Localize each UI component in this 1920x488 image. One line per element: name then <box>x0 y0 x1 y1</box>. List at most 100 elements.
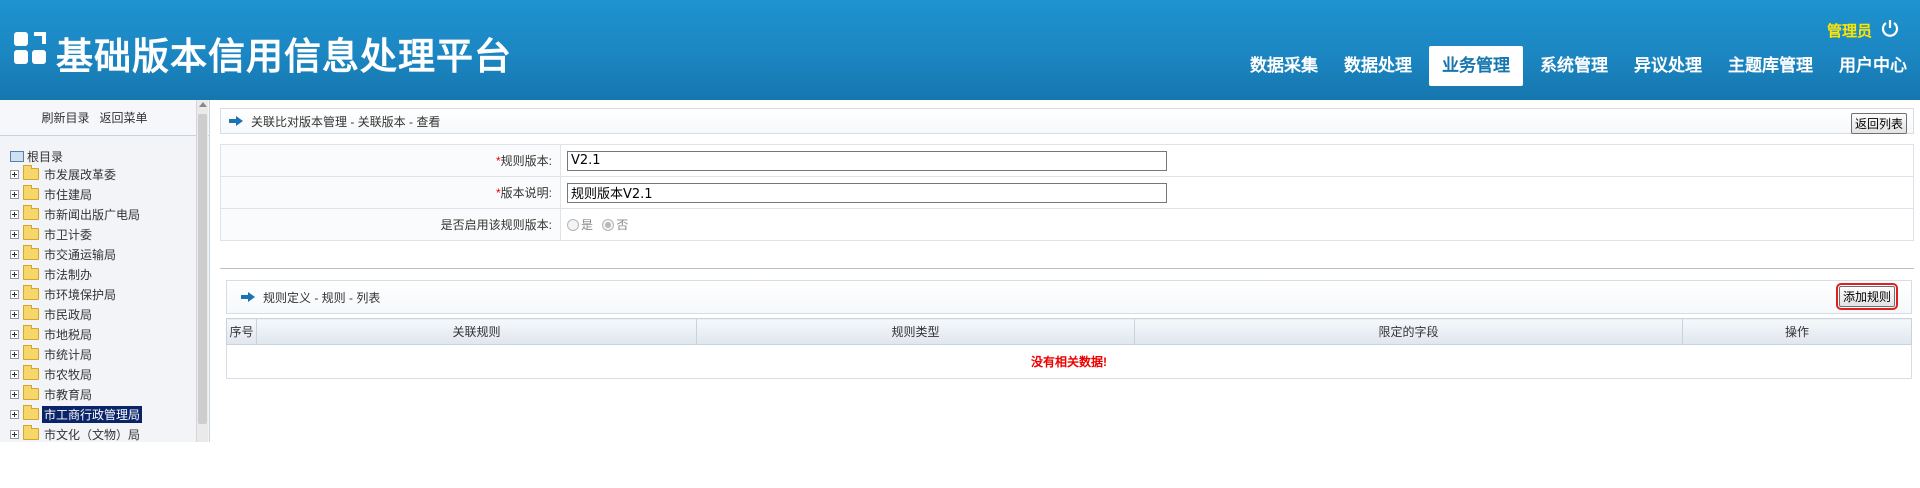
radio-yes[interactable] <box>567 218 579 231</box>
expand-icon[interactable] <box>10 389 19 399</box>
tree-node-label[interactable]: 市发展改革委 <box>42 166 118 183</box>
column-header-related-rule[interactable]: 关联规则 <box>256 318 697 345</box>
tree-node-label[interactable]: 市卫计委 <box>42 226 94 243</box>
main-nav: 数据采集 数据处理 业务管理 系统管理 异议处理 主题库管理 用户中心 <box>1237 46 1920 86</box>
rule-version-label: *规则版本: <box>220 144 561 177</box>
sidebar-scrollbar[interactable] <box>196 100 208 442</box>
tree-node-label[interactable]: 市环境保护局 <box>42 286 118 303</box>
expand-icon[interactable] <box>10 309 19 319</box>
nav-objection-handling[interactable]: 异议处理 <box>1621 46 1715 86</box>
nav-theme-library[interactable]: 主题库管理 <box>1715 46 1826 86</box>
rule-version-input[interactable] <box>567 150 1167 171</box>
version-desc-input[interactable] <box>567 182 1167 203</box>
expand-icon[interactable] <box>10 349 19 359</box>
scroll-thumb[interactable] <box>198 114 207 424</box>
tree-node[interactable]: 市交通运输局 <box>10 244 196 264</box>
expand-icon[interactable] <box>10 329 19 339</box>
expand-icon[interactable] <box>10 249 19 259</box>
expand-icon[interactable] <box>10 209 19 219</box>
expand-icon[interactable] <box>10 189 19 199</box>
tree-node-label[interactable]: 市教育局 <box>42 386 94 403</box>
expand-icon[interactable] <box>10 289 19 299</box>
expand-icon[interactable] <box>10 409 19 419</box>
folder-icon <box>23 245 39 260</box>
radio-no[interactable] <box>602 218 615 231</box>
tree-node[interactable]: 市统计局 <box>10 344 196 364</box>
expand-icon[interactable] <box>10 429 19 439</box>
rules-table: 序号 关联规则 规则类型 限定的字段 操作 没有相关数据! <box>226 318 1912 379</box>
tree-node-label[interactable]: 市民政局 <box>42 306 94 323</box>
column-header-actions[interactable]: 操作 <box>1682 318 1912 345</box>
tree-node[interactable]: 市民政局 <box>10 304 196 324</box>
logo-icon <box>14 32 46 64</box>
power-icon[interactable] <box>1880 18 1900 38</box>
nav-data-processing[interactable]: 数据处理 <box>1331 46 1425 86</box>
nav-user-center[interactable]: 用户中心 <box>1826 46 1920 86</box>
expand-icon[interactable] <box>10 369 19 379</box>
no-data-message: 没有相关数据! <box>1031 355 1107 369</box>
breadcrumb: 关联比对版本管理 - 关联版本 - 查看 返回列表 <box>220 108 1914 134</box>
radio-yes-label[interactable]: 是 <box>581 218 593 232</box>
empty-row: 没有相关数据! <box>226 344 1912 379</box>
refresh-tree-link[interactable]: 刷新目录 <box>41 109 89 126</box>
computer-icon <box>10 150 24 162</box>
tree-node-label[interactable]: 市交通运输局 <box>42 246 118 263</box>
back-menu-link[interactable]: 返回菜单 <box>100 109 148 126</box>
folder-icon <box>23 425 39 440</box>
breadcrumb-text: 关联比对版本管理 - 关联版本 - 查看 <box>251 114 441 129</box>
enable-radio-group: 是 否 <box>560 208 1914 241</box>
tree-root[interactable]: 根目录 <box>10 148 196 164</box>
folder-icon <box>23 165 39 180</box>
column-header-index[interactable]: 序号 <box>226 318 257 345</box>
arrow-right-icon <box>241 292 255 302</box>
back-to-list-button[interactable]: 返回列表 <box>1850 113 1907 134</box>
tree-node[interactable]: 市文化（文物）局 <box>10 424 196 444</box>
tree-node-label[interactable]: 市地税局 <box>42 326 94 343</box>
folder-icon <box>23 345 39 360</box>
tree-node-label[interactable]: 市工商行政管理局 <box>42 405 143 423</box>
add-rule-button[interactable]: 添加规则 <box>1835 283 1899 310</box>
enable-version-label: 是否启用该规则版本: <box>220 208 561 241</box>
folder-icon <box>23 205 39 220</box>
rules-panel: 规则定义 - 规则 - 列表 添加规则 序号 关联规则 规则类型 限定的字段 操… <box>226 280 1912 488</box>
tree-node[interactable]: 市新闻出版广电局 <box>10 204 196 224</box>
column-header-rule-type[interactable]: 规则类型 <box>696 318 1135 345</box>
tree-node-label[interactable]: 市住建局 <box>42 186 94 203</box>
user-name[interactable]: 管理员 <box>1827 20 1872 41</box>
arrow-right-icon <box>229 116 243 126</box>
tree-node[interactable]: 市住建局 <box>10 184 196 204</box>
tree-node-label[interactable]: 市文化（文物）局 <box>42 426 142 443</box>
tree-node-label[interactable]: 市法制办 <box>42 266 94 283</box>
nav-data-collection[interactable]: 数据采集 <box>1237 46 1331 86</box>
scroll-up-arrow-icon[interactable] <box>199 102 207 107</box>
tree-node-label[interactable]: 市农牧局 <box>42 366 94 383</box>
rule-version-label-text: 规则版本: <box>500 154 552 168</box>
radio-no-label[interactable]: 否 <box>616 218 628 232</box>
tree-node[interactable]: 市农牧局 <box>10 364 196 384</box>
tree-node-label[interactable]: 市新闻出版广电局 <box>42 206 142 223</box>
nav-business-management[interactable]: 业务管理 <box>1429 46 1523 86</box>
expand-icon[interactable] <box>10 229 19 239</box>
expand-icon[interactable] <box>10 169 19 179</box>
main-content: 关联比对版本管理 - 关联版本 - 查看 返回列表 *规则版本: *版本说明: … <box>218 100 1920 442</box>
tree-node[interactable]: 市地税局 <box>10 324 196 344</box>
expand-icon[interactable] <box>10 269 19 279</box>
nav-system-management[interactable]: 系统管理 <box>1527 46 1621 86</box>
app-header: 基础版本信用信息处理平台 管理员 数据采集 数据处理 业务管理 系统管理 异议处… <box>0 0 1920 100</box>
version-desc-label: *版本说明: <box>220 176 561 209</box>
column-header-limited-fields[interactable]: 限定的字段 <box>1134 318 1683 345</box>
tree-node[interactable]: 市教育局 <box>10 384 196 404</box>
tree-node[interactable]: 市发展改革委 <box>10 164 196 184</box>
tree-node[interactable]: 市环境保护局 <box>10 284 196 304</box>
tree-node[interactable]: 市法制办 <box>10 264 196 284</box>
folder-icon <box>23 385 39 400</box>
tree-node[interactable]: 市卫计委 <box>10 224 196 244</box>
rules-title: 规则定义 - 规则 - 列表 <box>263 290 381 305</box>
folder-icon <box>23 265 39 280</box>
tree-node-label[interactable]: 市统计局 <box>42 346 94 363</box>
tree-root-label: 根目录 <box>27 149 64 164</box>
folder-icon <box>23 305 39 320</box>
sidebar: 刷新目录 返回菜单 根目录 市发展改革委 市住建局 市新闻出版广电局 市卫计委 … <box>0 100 210 442</box>
rules-header: 规则定义 - 规则 - 列表 添加规则 <box>226 280 1912 314</box>
tree-node-selected[interactable]: 市工商行政管理局 <box>10 404 196 424</box>
